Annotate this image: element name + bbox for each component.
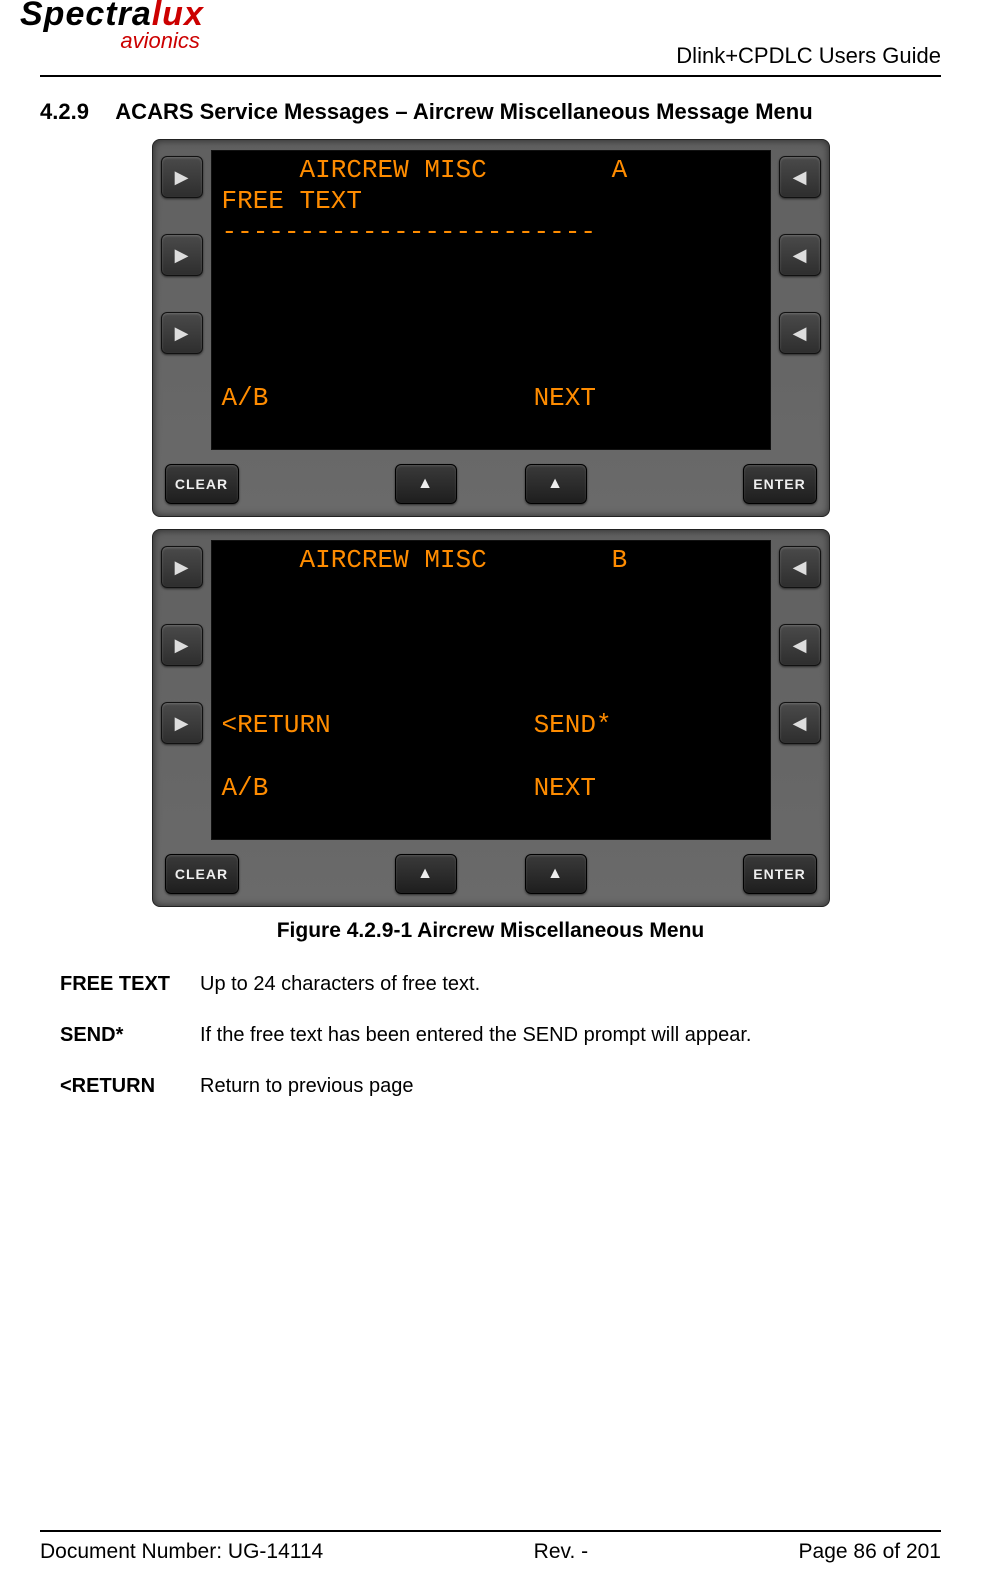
screen-a-bottom-row: A/B NEXT — [222, 383, 760, 414]
screen-a-freetext-field: ------------------------ — [222, 217, 760, 248]
enter-button-b[interactable]: ENTER — [743, 854, 817, 894]
lsk-2-left[interactable]: ▶ — [161, 234, 203, 276]
left-softkeys-a: ▶ ▶ ▶ — [161, 150, 205, 450]
def-row: FREE TEXT Up to 24 characters of free te… — [60, 973, 921, 996]
scroll-up-b1[interactable]: ▲ — [395, 854, 457, 894]
clear-button[interactable]: CLEAR — [165, 464, 239, 504]
definitions: FREE TEXT Up to 24 characters of free te… — [60, 973, 921, 1126]
screen-b-next: NEXT — [534, 773, 596, 803]
rsk-b2-right[interactable]: ◀ — [779, 624, 821, 666]
footer-rev: Rev. - — [534, 1540, 588, 1564]
def-desc: Up to 24 characters of free text. — [200, 973, 921, 996]
screen-a-title: AIRCREW MISC A — [222, 155, 760, 186]
left-softkeys-b: ▶ ▶ ▶ — [161, 540, 205, 840]
def-row: SEND* If the free text has been entered … — [60, 1024, 921, 1047]
page-header: Spectralux avionics Dlink+CPDLC Users Gu… — [40, 0, 941, 77]
section-heading: 4.2.9 ACARS Service Messages – Aircrew M… — [40, 99, 941, 125]
scroll-up-b2[interactable]: ▲ — [525, 854, 587, 894]
lsk-1-left[interactable]: ▶ — [161, 156, 203, 198]
device-page-a: ▶ ▶ ▶ AIRCREW MISC A FREE TEXT ---------… — [152, 139, 830, 517]
figure-caption: Figure 4.2.9-1 Aircrew Miscellaneous Men… — [40, 919, 941, 943]
footer-page: Page 86 of 201 — [799, 1540, 941, 1564]
def-desc: If the free text has been entered the SE… — [200, 1024, 921, 1047]
lsk-b1-left[interactable]: ▶ — [161, 546, 203, 588]
def-term: FREE TEXT — [60, 973, 200, 996]
lsk-3-left[interactable]: ▶ — [161, 312, 203, 354]
screen-b: AIRCREW MISC B <RETURN SEND* A/B NEXT — [211, 540, 771, 840]
logo: Spectralux avionics — [20, 0, 204, 54]
screen-b-row6: A/B NEXT — [222, 773, 760, 804]
def-term: SEND* — [60, 1024, 200, 1047]
page-footer: Document Number: UG-14114 Rev. - Page 86… — [40, 1530, 941, 1580]
screen-b-return: <RETURN — [222, 710, 331, 740]
section-number: 4.2.9 — [40, 99, 110, 125]
section-title: ACARS Service Messages – Aircrew Miscell… — [115, 99, 812, 124]
scroll-up-2[interactable]: ▲ — [525, 464, 587, 504]
rsk-1-right[interactable]: ◀ — [779, 156, 821, 198]
screen-a: AIRCREW MISC A FREE TEXT ---------------… — [211, 150, 771, 450]
rsk-b1-right[interactable]: ◀ — [779, 546, 821, 588]
screen-a-freetext-label: FREE TEXT — [222, 186, 760, 217]
rsk-b3-right[interactable]: ◀ — [779, 702, 821, 744]
footer-docnum: Document Number: UG-14114 — [40, 1540, 323, 1564]
lsk-b2-left[interactable]: ▶ — [161, 624, 203, 666]
screen-b-ab: A/B — [222, 773, 269, 803]
clear-button-b[interactable]: CLEAR — [165, 854, 239, 894]
screen-a-ab: A/B — [222, 383, 269, 413]
figure-container: ▶ ▶ ▶ AIRCREW MISC A FREE TEXT ---------… — [40, 133, 941, 963]
right-softkeys-a: ◀ ◀ ◀ — [777, 150, 821, 450]
rsk-2-right[interactable]: ◀ — [779, 234, 821, 276]
screen-b-title: AIRCREW MISC B — [222, 545, 760, 576]
def-term: <RETURN — [60, 1075, 200, 1098]
rsk-3-right[interactable]: ◀ — [779, 312, 821, 354]
lsk-b3-left[interactable]: ▶ — [161, 702, 203, 744]
def-row: <RETURN Return to previous page — [60, 1075, 921, 1098]
screen-a-next: NEXT — [534, 383, 596, 413]
enter-button[interactable]: ENTER — [743, 464, 817, 504]
right-softkeys-b: ◀ ◀ ◀ — [777, 540, 821, 840]
screen-b-send: SEND* — [534, 710, 612, 740]
screen-b-row5: <RETURN SEND* — [222, 710, 760, 741]
scroll-up-1[interactable]: ▲ — [395, 464, 457, 504]
def-desc: Return to previous page — [200, 1075, 921, 1098]
document-title: Dlink+CPDLC Users Guide — [676, 43, 941, 69]
device-page-b: ▶ ▶ ▶ AIRCREW MISC B <RETURN SEND* A/B N… — [152, 529, 830, 907]
